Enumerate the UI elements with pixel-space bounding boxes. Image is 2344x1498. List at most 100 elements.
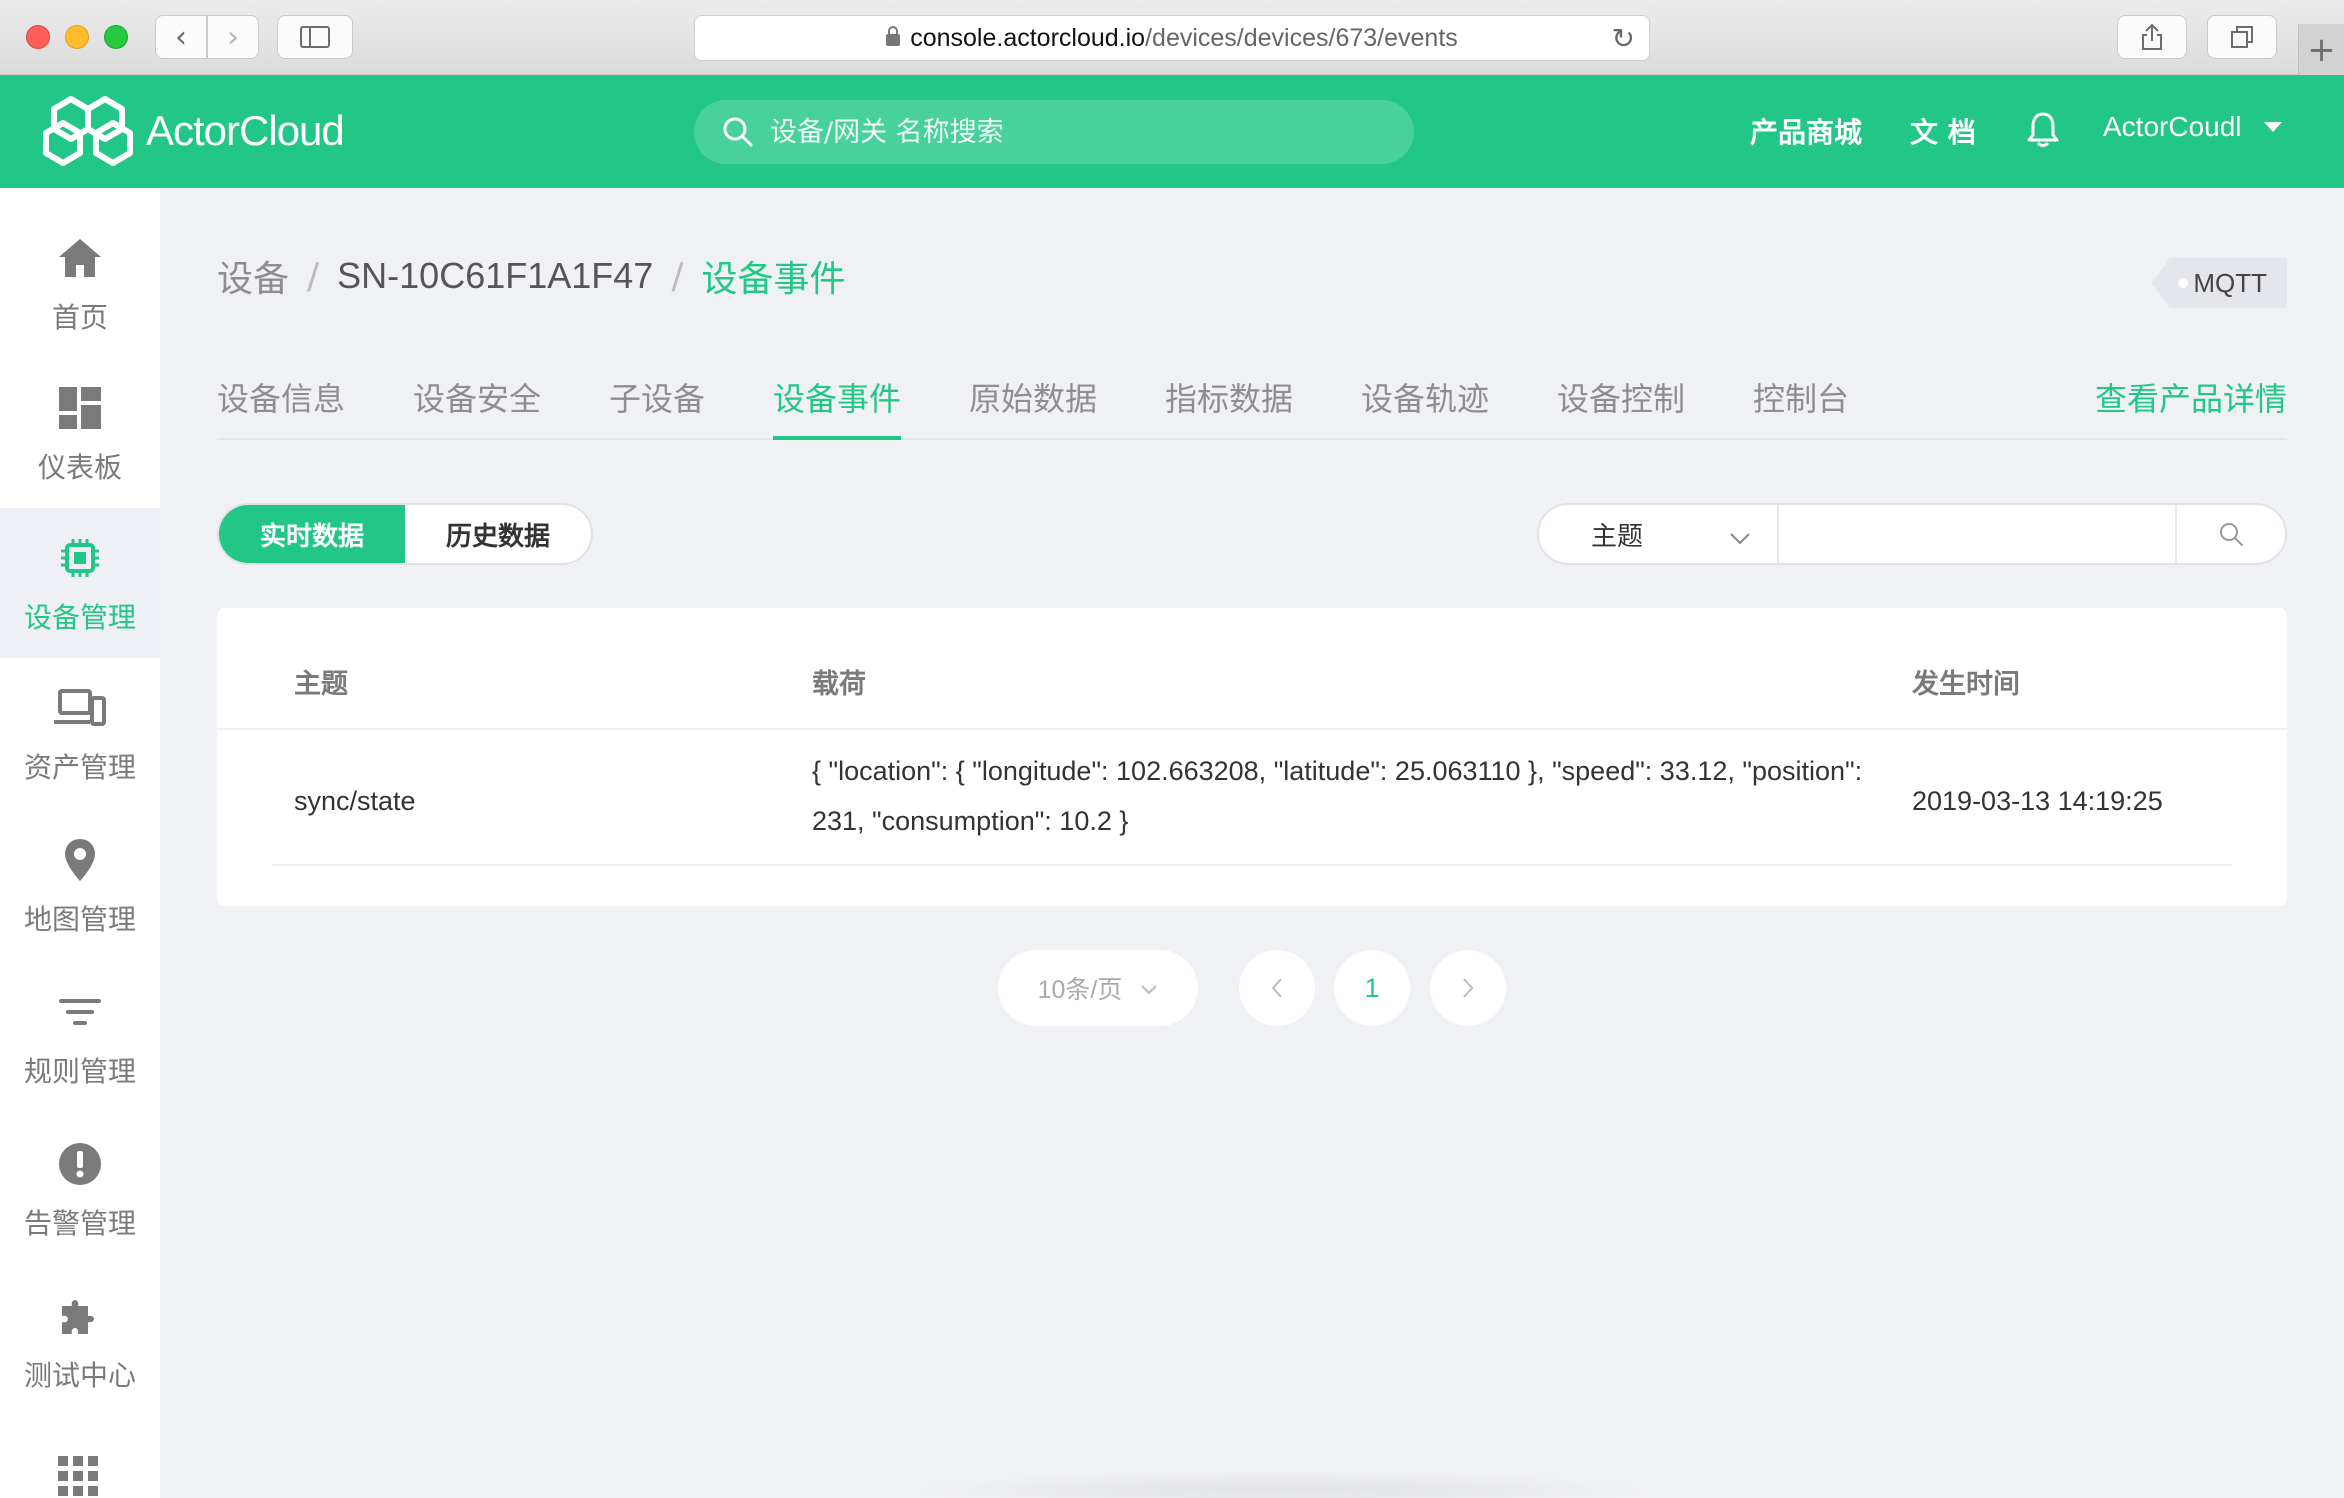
- puzzle-icon: [56, 1288, 104, 1344]
- back-button[interactable]: ‹: [155, 15, 207, 59]
- cell-topic: sync/state: [294, 786, 416, 816]
- sidebar-item-testing[interactable]: 测试中心: [0, 1266, 160, 1416]
- history-data-button[interactable]: 历史数据: [405, 505, 591, 563]
- tab-device-events[interactable]: 设备事件: [773, 374, 902, 440]
- breadcrumb: 设备 / SN-10C61F1A1F47 / 设备事件: [217, 250, 845, 302]
- cell-payload: { "location": { "longitude": 102.663208,…: [812, 756, 1863, 836]
- chevron-down-icon: [1729, 523, 1751, 553]
- new-tab-button[interactable]: +: [2298, 24, 2344, 75]
- page-number-button[interactable]: 1: [1334, 950, 1410, 1026]
- column-header-time: 发生时间: [1912, 669, 2020, 700]
- global-search[interactable]: [694, 100, 1414, 164]
- tab-device-security[interactable]: 设备安全: [413, 374, 541, 440]
- breadcrumb-root[interactable]: 设备: [217, 250, 289, 302]
- chevron-left-icon: [1271, 978, 1282, 998]
- notification-bell-icon[interactable]: [2026, 111, 2060, 153]
- close-window-button[interactable]: [26, 25, 50, 49]
- logo-hexagon-icon: [43, 96, 133, 166]
- event-filter: 主题: [1537, 503, 2287, 565]
- filter-value-input[interactable]: [1779, 505, 2177, 563]
- chip-icon: [59, 530, 101, 586]
- header-divider: [217, 728, 2287, 730]
- sidebar-item-alerts[interactable]: 告警管理: [0, 1114, 160, 1264]
- minimize-window-button[interactable]: [65, 25, 89, 49]
- protocol-badge: MQTT: [2152, 258, 2287, 308]
- share-button[interactable]: [2117, 15, 2187, 59]
- breadcrumb-separator: /: [671, 255, 684, 297]
- sidebar-item-assets[interactable]: 资产管理: [0, 658, 160, 808]
- sidebar-item-rules[interactable]: 规则管理: [0, 962, 160, 1112]
- protocol-badge-label: MQTT: [2193, 267, 2267, 298]
- filter-search-button[interactable]: [2177, 505, 2285, 563]
- sidebar-item-devices[interactable]: 设备管理: [0, 508, 160, 658]
- docs-link[interactable]: 文 档: [1910, 111, 1976, 151]
- sidebar-icon: [300, 26, 330, 48]
- tab-device-control[interactable]: 设备控制: [1557, 374, 1685, 440]
- user-menu[interactable]: ActorCoudl: [2103, 111, 2282, 143]
- show-tabs-button[interactable]: [2207, 15, 2277, 59]
- row-divider: [272, 864, 2232, 866]
- home-icon: [57, 230, 103, 286]
- product-store-link[interactable]: 产品商城: [1750, 111, 1862, 151]
- tab-sub-devices[interactable]: 子设备: [609, 374, 705, 440]
- sidebar-item-label: 仪表板: [37, 451, 122, 484]
- breadcrumb-device[interactable]: SN-10C61F1A1F47: [337, 255, 653, 297]
- search-icon: [723, 117, 753, 147]
- tab-console[interactable]: 控制台: [1753, 374, 1849, 440]
- alert-icon: [57, 1136, 103, 1192]
- breadcrumb-current: 设备事件: [701, 259, 846, 300]
- filter-field-value: 主题: [1591, 521, 1644, 552]
- tabs-icon: [2231, 26, 2253, 48]
- page-size-select[interactable]: 10条/页: [998, 950, 1198, 1026]
- search-input[interactable]: [770, 116, 1370, 148]
- url-domain: console.actorcloud.io: [910, 23, 1146, 52]
- filter-icon: [59, 984, 101, 1040]
- tab-device-info[interactable]: 设备信息: [217, 374, 345, 440]
- sidebar-item-label: 设备管理: [23, 601, 136, 634]
- more-apps-icon[interactable]: [58, 1456, 98, 1498]
- url-path: /devices/devices/673/events: [1145, 23, 1458, 52]
- column-header-topic: 主题: [294, 669, 348, 700]
- caret-down-icon: [2263, 122, 2282, 132]
- sidebar-item-home[interactable]: 首页: [0, 208, 160, 358]
- badge-dot-icon: [2178, 278, 2188, 288]
- devices-icon: [54, 680, 106, 736]
- sidebar-item-label: 首页: [51, 301, 108, 334]
- tab-raw-data[interactable]: 原始数据: [969, 374, 1097, 440]
- device-tabs: 设备信息 设备安全 子设备 设备事件 原始数据 指标数据 设备轨迹 设备控制 控…: [217, 374, 2287, 440]
- column-header-payload: 载荷: [812, 669, 866, 700]
- events-table: 主题 载荷 发生时间 sync/state { "location": { "l…: [217, 608, 2287, 906]
- logo-text: ActorCloud: [146, 107, 345, 154]
- sidebar-item-label: 资产管理: [23, 751, 136, 784]
- realtime-data-button[interactable]: 实时数据: [219, 505, 405, 563]
- sidebar-item-dashboard[interactable]: 仪表板: [0, 358, 160, 508]
- next-page-button[interactable]: [1430, 950, 1506, 1026]
- data-mode-toggle: 实时数据 历史数据: [217, 503, 593, 565]
- app-logo[interactable]: ActorCloud: [38, 95, 345, 167]
- cell-time: 2019-03-13 14:19:25: [1912, 786, 2163, 816]
- sidebar-item-label: 告警管理: [23, 1207, 136, 1240]
- app-header: ActorCloud 产品商城 文 档 ActorCoudl: [0, 75, 2344, 188]
- map-pin-icon: [63, 832, 97, 888]
- previous-page-button[interactable]: [1239, 950, 1315, 1026]
- sidebar-toggle-button[interactable]: [277, 15, 353, 59]
- view-product-details-link[interactable]: 查看产品详情: [2095, 374, 2287, 420]
- bottom-shadow: [900, 1470, 1660, 1498]
- tab-device-track[interactable]: 设备轨迹: [1361, 374, 1489, 440]
- chevron-right-icon: ›: [227, 19, 239, 55]
- tab-metric-data[interactable]: 指标数据: [1165, 374, 1293, 440]
- address-bar[interactable]: console.actorcloud.io/devices/devices/67…: [694, 15, 1650, 61]
- sidebar-item-map[interactable]: 地图管理: [0, 810, 160, 960]
- dashboard-icon: [59, 380, 101, 436]
- breadcrumb-separator: /: [307, 255, 320, 297]
- browser-chrome: ‹ › console.actorcloud.io/devices/device…: [0, 0, 2344, 75]
- zoom-window-button[interactable]: [104, 25, 128, 49]
- chevron-down-icon: [1140, 974, 1158, 1003]
- reload-icon[interactable]: ↻: [1612, 22, 1635, 55]
- chevron-left-icon: ‹: [175, 19, 187, 55]
- chevron-right-icon: [1463, 978, 1474, 998]
- forward-button[interactable]: ›: [207, 15, 259, 59]
- search-icon: [2220, 523, 2243, 546]
- filter-field-select[interactable]: 主题: [1539, 505, 1779, 563]
- share-icon: [2142, 23, 2162, 50]
